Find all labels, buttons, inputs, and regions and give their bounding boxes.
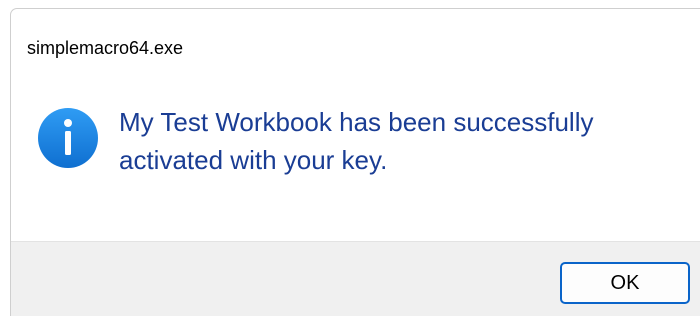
dialog-message: My Test Workbook has been successfully a… bbox=[119, 107, 594, 175]
dialog-content: My Test Workbook has been successfully a… bbox=[11, 73, 700, 241]
info-icon bbox=[38, 108, 98, 168]
message-dialog: simplemacro64.exe My Test Workbook has b… bbox=[10, 8, 700, 316]
button-bar: OK bbox=[11, 241, 700, 316]
title-bar[interactable]: simplemacro64.exe bbox=[11, 9, 700, 73]
window-title: simplemacro64.exe bbox=[27, 38, 184, 58]
ok-button[interactable]: OK bbox=[560, 262, 690, 304]
